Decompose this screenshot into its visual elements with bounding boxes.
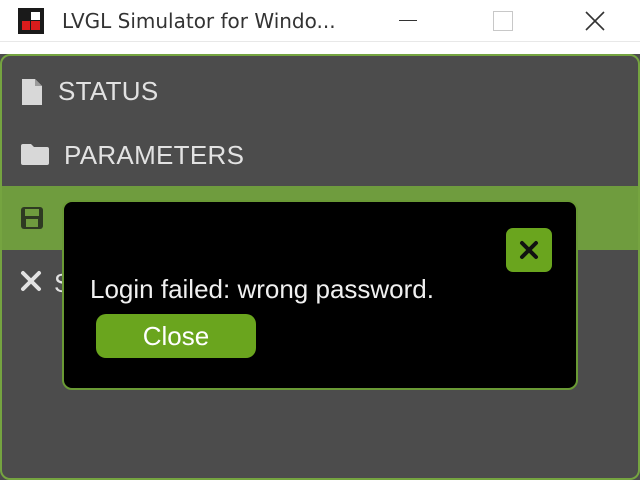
window-title: LVGL Simulator for Windo... bbox=[62, 9, 336, 33]
title-bar[interactable]: LVGL Simulator for Windo... bbox=[0, 0, 640, 42]
message-box-close-button[interactable] bbox=[506, 228, 552, 272]
menu-item-parameters[interactable]: PARAMETERS bbox=[2, 122, 638, 186]
close-x-icon bbox=[20, 270, 44, 296]
message-box: Login failed: wrong password. Close bbox=[62, 200, 578, 390]
close-window-icon bbox=[585, 11, 605, 31]
message-text: Login failed: wrong password. bbox=[90, 274, 434, 304]
menu-item-status[interactable]: STATUS bbox=[2, 58, 638, 122]
lvgl-logo-icon bbox=[18, 8, 44, 34]
document-icon bbox=[20, 78, 44, 105]
minimize-button[interactable] bbox=[382, 0, 428, 42]
menu-item-label: STATUS bbox=[58, 76, 159, 106]
save-icon bbox=[20, 206, 44, 232]
menu-item-label: PARAMETERS bbox=[64, 140, 245, 170]
folder-icon bbox=[20, 142, 49, 168]
close-icon bbox=[520, 241, 538, 259]
window-close-button[interactable] bbox=[572, 0, 618, 42]
close-button[interactable]: Close bbox=[96, 314, 256, 358]
maximize-button[interactable] bbox=[480, 0, 526, 42]
